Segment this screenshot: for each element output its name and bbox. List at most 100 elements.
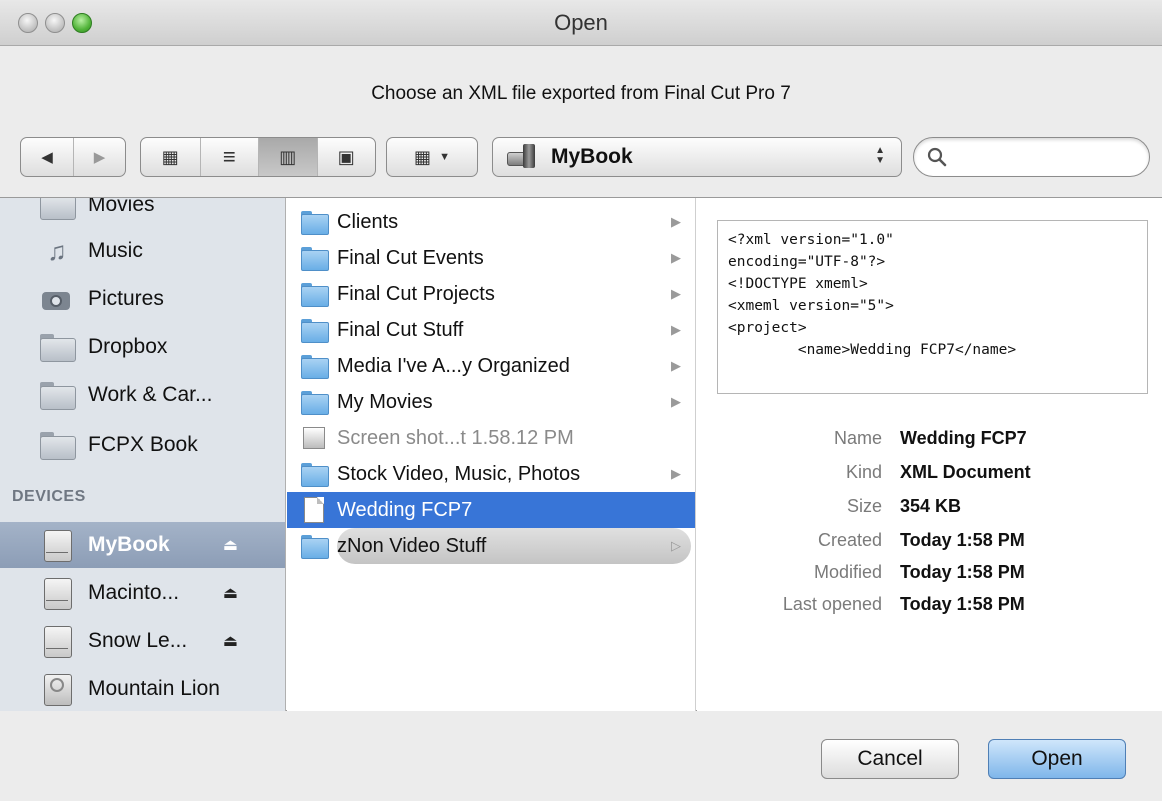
list-view-button[interactable]: ≡: [199, 138, 259, 176]
close-button[interactable]: [18, 13, 38, 33]
eject-icon[interactable]: ⏏: [223, 535, 238, 555]
file-name: Wedding FCP7: [337, 498, 473, 521]
external-drive-icon: [507, 144, 537, 170]
column-view-button[interactable]: ▥: [258, 138, 317, 176]
zoom-button[interactable]: [72, 13, 92, 33]
sidebar-item-dropbox[interactable]: Dropbox: [0, 324, 285, 370]
dialog-prompt: Choose an XML file exported from Final C…: [371, 83, 791, 104]
disclosure-arrow-icon: ▶: [671, 394, 681, 409]
arrange-button-content: ▦ ▼: [387, 138, 477, 176]
minimize-button[interactable]: [45, 13, 65, 33]
info-row-created: Created Today 1:58 PM: [697, 530, 1162, 561]
info-value: Today 1:58 PM: [900, 594, 1025, 614]
sidebar-item-movies[interactable]: Movies: [0, 198, 285, 228]
disclosure-arrow-icon: ▶: [671, 250, 681, 265]
hard-drive-icon: [40, 624, 74, 658]
open-button[interactable]: Open: [988, 739, 1126, 779]
location-popup[interactable]: MyBook ▲ ▼: [492, 137, 902, 177]
folder-icon: [40, 382, 76, 410]
music-note-icon: ♫: [47, 235, 67, 266]
disclosure-arrow-icon: ▶: [671, 358, 681, 373]
folder-icon: [40, 432, 76, 460]
file-browser: Movies ♫ Music Pictures Dropbox Work & C…: [0, 197, 1162, 711]
file-row-media[interactable]: Media I've A...y Organized ▶: [287, 348, 695, 384]
folder-icon: [301, 391, 329, 415]
file-name: Stock Video, Music, Photos: [337, 462, 581, 485]
view-mode-control: ▦ ≡ ▥ ▣: [140, 137, 376, 177]
file-row-final-cut-events[interactable]: Final Cut Events ▶: [287, 240, 695, 276]
info-key: Size: [846, 496, 882, 516]
file-row-screen-shot[interactable]: Screen shot...t 1.58.12 PM: [287, 420, 695, 456]
file-name: Clients: [337, 210, 399, 233]
search-icon: [927, 147, 947, 167]
sidebar-item-macintosh[interactable]: Macinto... ⏏: [0, 570, 285, 616]
icon-view-button[interactable]: ▦: [141, 138, 200, 176]
disclosure-arrow-icon: ▶: [671, 214, 681, 229]
folder-icon: [40, 334, 76, 362]
xml-preview: <?xml version="1.0" encoding="UTF-8"?> <…: [717, 220, 1148, 394]
sidebar-item-label: Mountain Lion: [88, 677, 220, 700]
file-row-final-cut-projects[interactable]: Final Cut Projects ▶: [287, 276, 695, 312]
sidebar-item-snow-leopard[interactable]: Snow Le... ⏏: [0, 618, 285, 664]
arrange-menu-button[interactable]: ▦ ▼: [386, 137, 478, 177]
back-arrow-icon: ◀: [41, 149, 53, 166]
eject-icon[interactable]: ⏏: [223, 583, 238, 603]
info-value: XML Document: [900, 462, 1031, 482]
search-field-container[interactable]: [913, 137, 1150, 177]
folder-icon: [301, 319, 329, 343]
sidebar-item-fcpx-book[interactable]: FCPX Book: [0, 422, 285, 468]
sidebar-item-label: FCPX Book: [88, 433, 198, 456]
file-name: My Movies: [337, 390, 433, 413]
folder-icon: [301, 535, 329, 559]
sidebar-item-mybook[interactable]: MyBook ⏏: [0, 522, 285, 568]
disclosure-arrow-icon: ▶: [671, 466, 681, 481]
info-value: Today 1:58 PM: [900, 530, 1025, 550]
sidebar-item-mountain-lion[interactable]: Mountain Lion: [0, 666, 285, 711]
sidebar-item-label: Pictures: [88, 287, 164, 310]
back-button[interactable]: ◀: [21, 138, 73, 176]
file-row-clients[interactable]: Clients ▶: [287, 204, 695, 240]
folder-icon: [301, 463, 329, 487]
file-row-my-movies[interactable]: My Movies ▶: [287, 384, 695, 420]
xml-line: encoding="UTF-8"?>: [728, 254, 886, 270]
icon-view-icon: ▦: [161, 146, 179, 167]
file-row-znon-video-stuff[interactable]: zNon Video Stuff ▷: [287, 528, 695, 564]
document-icon: [304, 497, 324, 523]
eject-icon[interactable]: ⏏: [223, 631, 238, 651]
title-bar[interactable]: Open: [0, 0, 1162, 46]
file-row-wedding-fcp7[interactable]: Wedding FCP7: [287, 492, 695, 528]
file-column[interactable]: Clients ▶ Final Cut Events ▶ Final Cut P…: [287, 198, 696, 711]
folder-icon: [301, 247, 329, 271]
info-row-kind: Kind XML Document: [697, 462, 1162, 493]
sidebar-item-label: Music: [88, 239, 143, 262]
sidebar-item-pictures[interactable]: Pictures: [0, 276, 285, 322]
xml-line: <project>: [728, 320, 807, 336]
forward-button[interactable]: ▶: [73, 138, 125, 176]
sidebar-item-work[interactable]: Work & Car...: [0, 372, 285, 418]
sidebar-item-label: Snow Le...: [88, 629, 188, 652]
info-key: Last opened: [782, 594, 882, 614]
info-value: 354 KB: [900, 496, 962, 516]
updown-chevron-icon: ▲ ▼: [875, 145, 885, 166]
info-value: Today 1:58 PM: [900, 562, 1025, 582]
file-name: Final Cut Projects: [337, 282, 495, 305]
coverflow-view-icon: ▣: [337, 146, 355, 167]
sidebar-item-music[interactable]: ♫ Music: [0, 228, 285, 274]
file-row-final-cut-stuff[interactable]: Final Cut Stuff ▶: [287, 312, 695, 348]
forward-arrow-icon: ▶: [93, 149, 106, 166]
hard-drive-icon: [40, 576, 74, 610]
disclosure-arrow-icon: ▶: [671, 286, 681, 301]
search-input[interactable]: [954, 144, 1139, 170]
info-row-last-opened: Last opened Today 1:58 PM: [697, 594, 1162, 625]
xml-line: <!DOCTYPE xmeml>: [728, 276, 868, 292]
file-name: Media I've A...y Organized: [337, 354, 570, 377]
chevron-down-icon: ▼: [439, 151, 450, 163]
coverflow-view-button[interactable]: ▣: [316, 138, 376, 176]
file-row-stock-video[interactable]: Stock Video, Music, Photos ▶: [287, 456, 695, 492]
movies-folder-icon: [40, 198, 76, 220]
info-row-size: Size 354 KB: [697, 496, 1162, 527]
disclosure-arrow-icon: ▶: [671, 322, 681, 337]
cancel-button[interactable]: Cancel: [821, 739, 959, 779]
file-name: zNon Video Stuff: [337, 534, 487, 557]
sidebar[interactable]: Movies ♫ Music Pictures Dropbox Work & C…: [0, 198, 286, 711]
